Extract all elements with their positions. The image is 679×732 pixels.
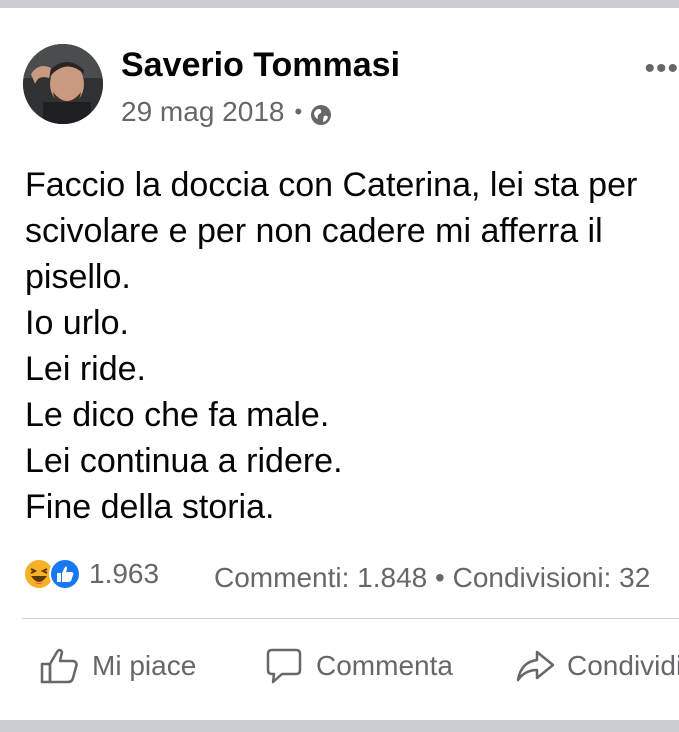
comment-label: Commenta [316,650,453,681]
share-label: Condividi [567,650,679,681]
post-line: Faccio la doccia con Caterina, lei sta p… [25,166,638,204]
divider [22,618,679,619]
stats-separator: • [435,562,445,593]
comment-button[interactable]: Commenta [262,636,453,696]
post-line: Fine della storia. [25,488,275,526]
like-label: Mi piace [92,650,197,681]
like-button[interactable]: Mi piace [38,636,196,696]
comment-icon [266,648,302,684]
share-arrow-icon [516,650,555,682]
share-button[interactable]: Condividi [513,636,679,696]
post-stats: Commenti: 1.848 • Condivisioni: 32 [214,562,650,594]
post-line: Lei ride. [25,350,146,388]
meta-separator: • [294,99,303,124]
reactions-summary[interactable]: 1.963 [23,558,159,590]
feed-separator-bottom [0,720,679,732]
globe-icon[interactable] [310,101,332,125]
avatar-image [23,44,103,124]
post-line: Io urlo. [25,304,129,342]
reaction-count: 1.963 [89,558,160,589]
post-body: Faccio la doccia con Caterina, lei sta p… [25,162,679,530]
shares-count[interactable]: Condivisioni: 32 [453,562,651,593]
thumbs-up-icon [40,648,78,684]
feed-post: Saverio Tommasi 29 mag 2018 • ••• Faccio… [0,8,679,720]
post-line: Lei continua a ridere. [25,442,343,480]
post-line: scivolare e per non cadere mi afferra il [25,212,603,250]
more-options-icon[interactable]: ••• [644,52,679,86]
like-icon [49,558,81,590]
post-timestamp[interactable]: 29 mag 2018 [121,96,284,128]
post-line: Le dico che fa male. [25,396,330,434]
post-author-name[interactable]: Saverio Tommasi [121,46,400,85]
post-meta: 29 mag 2018 • [121,96,332,128]
feed-separator-top [0,0,679,8]
post-line: pisello. [25,258,131,296]
comments-count[interactable]: Commenti: 1.848 [214,562,427,593]
post-actions: Mi piace Commenta Condividi [0,636,679,696]
avatar[interactable] [23,44,103,124]
